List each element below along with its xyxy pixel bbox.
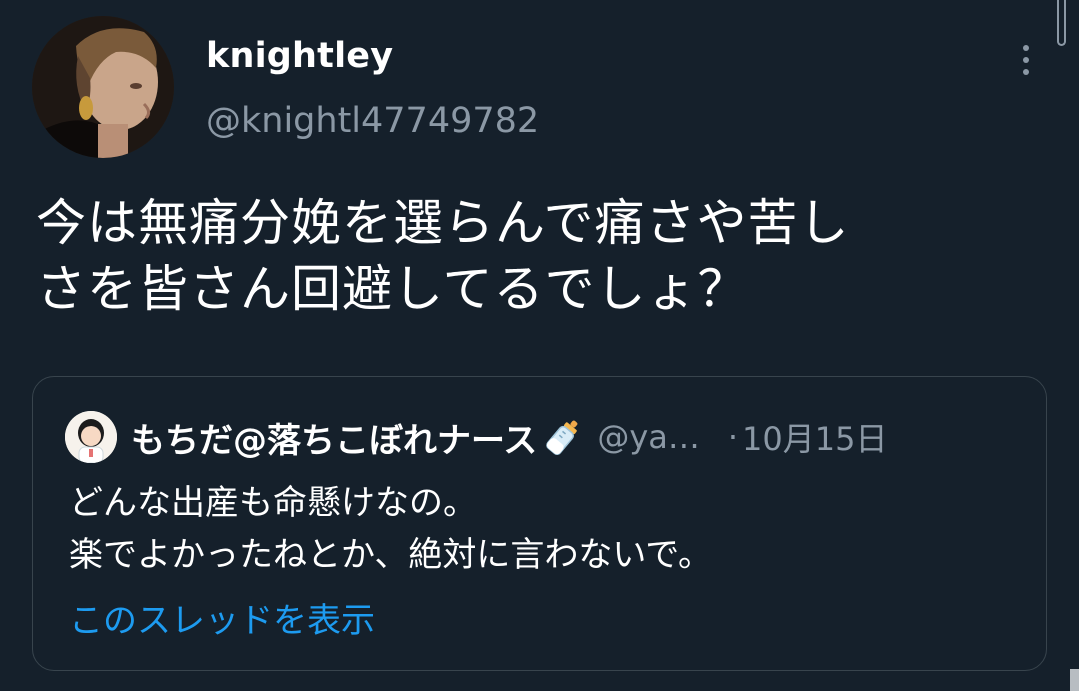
more-vertical-icon [1023, 45, 1029, 51]
show-thread-link[interactable]: このスレッドを表示 [69, 593, 375, 642]
scrollbar-corner[interactable] [1070, 669, 1079, 691]
tweet-text-line: さを皆さん回避してるでしょ？ [36, 260, 749, 318]
baby-bottle-icon [541, 415, 585, 459]
author-avatar-image [32, 16, 174, 158]
more-vertical-icon-dot-2 [1023, 57, 1029, 63]
quoted-tweet-text-line: どんな出産も命懸けなの。 [69, 483, 477, 523]
quoted-tweet-header: もちだ@落ちこぼれナース @ya… · 10月15日 [131, 413, 887, 462]
quoted-tweet-card[interactable]: もちだ@落ちこぼれナース @ya… · 10月15日 どんな出産も命懸けなの。 … [32, 376, 1047, 671]
more-options-button[interactable] [1004, 38, 1048, 82]
author-handle[interactable]: @knightl47749782 [206, 101, 539, 141]
quoted-tweet-text-line: 楽でよかったねとか、絶対に言わないで。 [69, 535, 712, 575]
tweet-text: 今は無痛分娩を選らんで痛さや苦し さを皆さん回避してるでしょ？ [36, 190, 1026, 322]
quoted-author-handle[interactable]: @ya… [597, 418, 700, 456]
quoted-author-avatar[interactable] [65, 411, 117, 463]
tweet-text-line: 今は無痛分娩を選らんで痛さや苦し [36, 194, 850, 252]
scrollbar-thumb[interactable] [1057, 0, 1066, 46]
quoted-tweet-text: どんな出産も命懸けなの。 楽でよかったねとか、絶対に言わないで。 [69, 477, 712, 581]
quoted-tweet-date[interactable]: 10月15日 [742, 414, 887, 460]
quoted-avatar-image [65, 411, 117, 463]
quoted-author-display-name[interactable]: もちだ@落ちこぼれナース [131, 413, 537, 462]
more-vertical-icon-dot-3 [1023, 69, 1029, 75]
author-avatar[interactable] [32, 16, 174, 158]
author-display-name[interactable]: knightley [206, 36, 393, 76]
header-separator: · [727, 418, 739, 456]
